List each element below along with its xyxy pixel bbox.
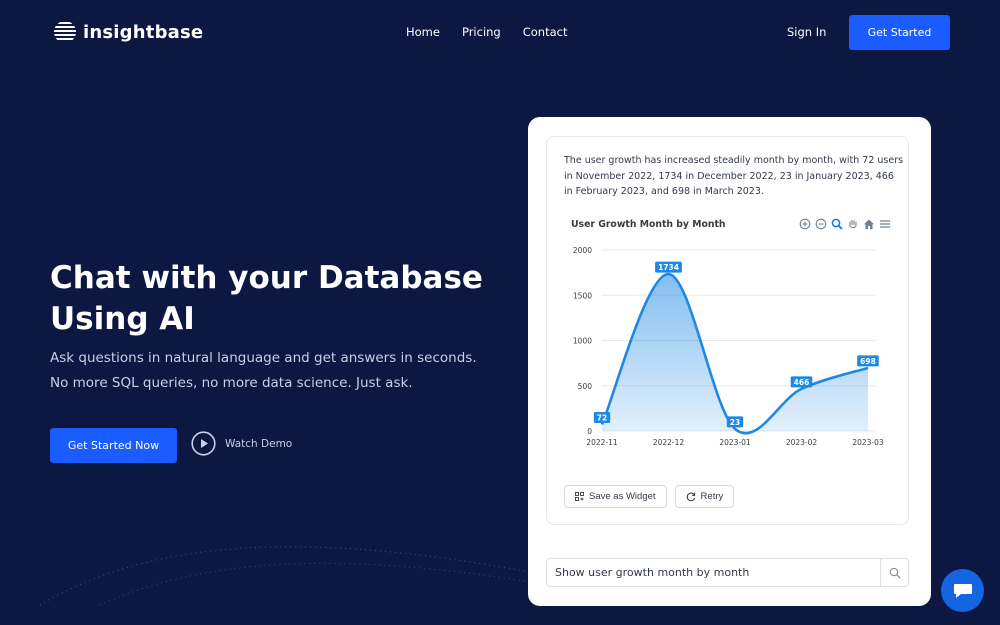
- x-tick-label: 2023-01: [719, 438, 751, 447]
- x-tick-label: 2022-11: [586, 438, 618, 447]
- data-label: 72: [597, 413, 607, 422]
- user-growth-chart: User Growth Month by Month 0 500 1000 15…: [547, 212, 908, 462]
- x-tick-label: 2023-03: [852, 438, 884, 447]
- retry-label: Retry: [700, 491, 724, 502]
- chat-result-card: The user growth has increased steadily m…: [528, 117, 931, 606]
- series-area: [602, 274, 868, 434]
- y-tick-label: 1000: [573, 337, 592, 346]
- x-tick-label: 2023-02: [786, 438, 818, 447]
- nav-links: Home Pricing Contact: [406, 25, 589, 39]
- hero-subtitle: Ask questions in natural language and ge…: [50, 350, 477, 391]
- query-input[interactable]: [547, 559, 880, 586]
- sign-in-link[interactable]: Sign In: [787, 25, 826, 39]
- chat-bubble-icon: [953, 583, 972, 598]
- chat-launcher-button[interactable]: [941, 569, 984, 612]
- decorative-dots: [39, 546, 531, 606]
- query-bar: [546, 558, 909, 587]
- y-tick-label: 1500: [573, 291, 592, 300]
- data-label: 466: [794, 378, 810, 387]
- hero-title: Chat with your Database Using AI: [50, 260, 483, 337]
- widget-icon: [575, 492, 584, 501]
- data-label: 1734: [658, 263, 679, 272]
- top-nav: insightbase Home Pricing Contact Sign In…: [0, 0, 1000, 64]
- answer-panel: The user growth has increased steadily m…: [546, 136, 909, 525]
- watch-demo-button[interactable]: Watch Demo: [191, 431, 292, 456]
- logo-stripes-icon: [54, 22, 76, 40]
- nav-link-home[interactable]: Home: [406, 25, 440, 39]
- logo-text: insightbase: [83, 21, 204, 43]
- get-started-now-button[interactable]: Get Started Now: [50, 428, 177, 463]
- get-started-button[interactable]: Get Started: [849, 15, 950, 50]
- watch-demo-label: Watch Demo: [225, 437, 293, 450]
- y-tick-label: 500: [578, 382, 593, 391]
- play-circle-icon: [191, 431, 216, 456]
- nav-link-pricing[interactable]: Pricing: [462, 25, 501, 39]
- data-label: 23: [730, 418, 740, 427]
- search-button[interactable]: [880, 559, 908, 586]
- chart-plot: 0 500 1000 1500 2000 2022-11 2022-12 2023-01 202…: [573, 246, 884, 447]
- data-label: 698: [860, 357, 876, 366]
- nav-link-contact[interactable]: Contact: [523, 25, 568, 39]
- logo[interactable]: insightbase: [53, 20, 203, 44]
- y-tick-label: 2000: [573, 246, 592, 255]
- y-tick-label: 0: [587, 427, 592, 436]
- retry-button[interactable]: Retry: [674, 485, 735, 508]
- save-as-widget-label: Save as Widget: [589, 491, 656, 502]
- search-icon: [889, 567, 900, 578]
- save-as-widget-button[interactable]: Save as Widget: [564, 485, 667, 508]
- retry-icon: [686, 492, 695, 501]
- action-buttons: Save as Widget Retry: [564, 485, 735, 508]
- answer-summary: The user growth has increased steadily m…: [564, 155, 904, 197]
- x-tick-label: 2022-12: [653, 438, 685, 447]
